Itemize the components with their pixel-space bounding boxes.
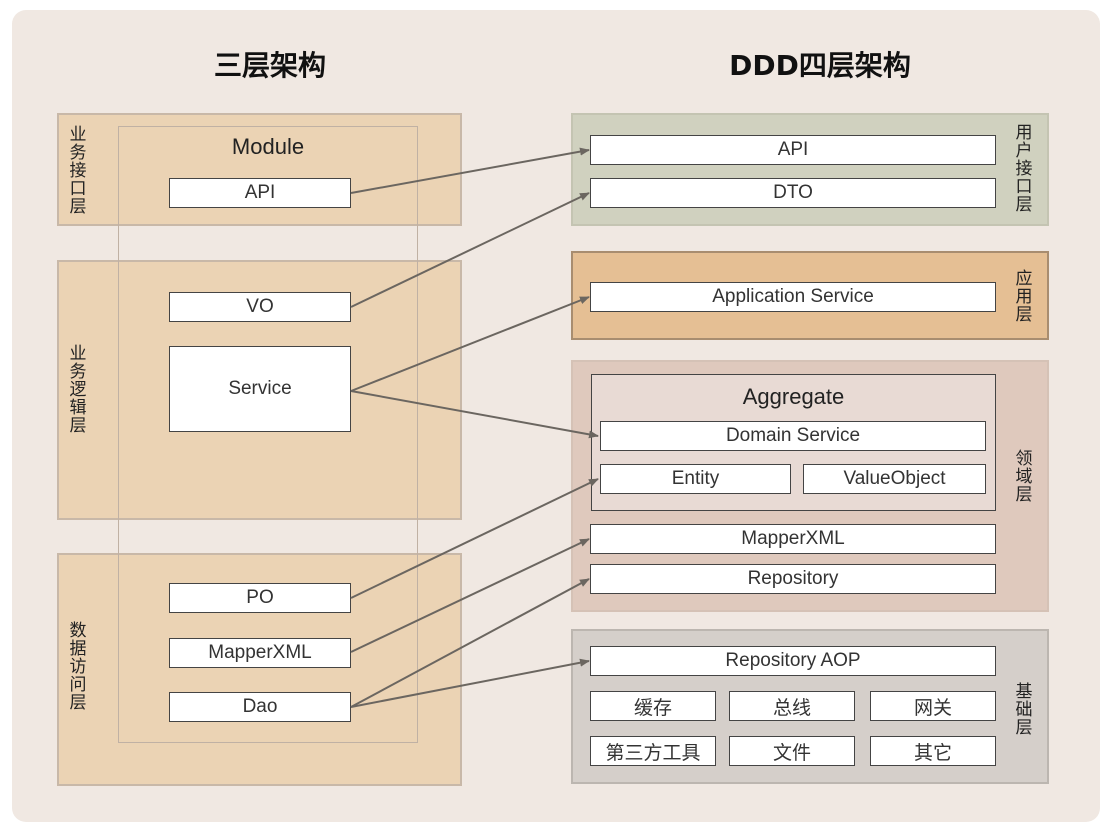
right-mapperxml-box: MapperXML (590, 524, 996, 554)
cache-box: 缓存 (590, 691, 716, 721)
right-title: DDD四层架构 (729, 49, 911, 82)
left-service-box: Service (169, 346, 351, 432)
bus-box: 总线 (729, 691, 855, 721)
right-api-box: API (590, 135, 996, 165)
entity-box: Entity (600, 464, 791, 494)
label-data-access: 数据访问层 (69, 621, 87, 713)
file-box: 文件 (729, 736, 855, 766)
repository-aop-box: Repository AOP (590, 646, 996, 676)
label-business-logic: 业务逻辑层 (69, 344, 87, 436)
third-party-tools-box: 第三方工具 (590, 736, 716, 766)
label-business-interface: 业务接口层 (69, 125, 87, 217)
application-service-box: Application Service (590, 282, 996, 312)
label-infrastructure: 基础层 (1015, 682, 1033, 738)
left-dao-box: Dao (169, 692, 351, 722)
layer-user-interface (571, 113, 1049, 226)
other-box: 其它 (870, 736, 996, 766)
aggregate-title: Aggregate (742, 384, 845, 409)
repository-box: Repository (590, 564, 996, 594)
label-application: 应用层 (1015, 269, 1033, 325)
left-api-box: API (169, 178, 351, 208)
domain-service-box: Domain Service (600, 421, 986, 451)
right-dto-box: DTO (590, 178, 996, 208)
left-vo-box: VO (169, 292, 351, 322)
label-domain: 领域层 (1015, 449, 1033, 505)
left-po-box: PO (169, 583, 351, 613)
gateway-box: 网关 (870, 691, 996, 721)
left-title: 三层架构 (213, 49, 326, 82)
left-mapperxml-box: MapperXML (169, 638, 351, 668)
module-label: Module (231, 134, 305, 159)
label-user-interface: 用户接口层 (1015, 123, 1033, 215)
valueobject-box: ValueObject (803, 464, 986, 494)
